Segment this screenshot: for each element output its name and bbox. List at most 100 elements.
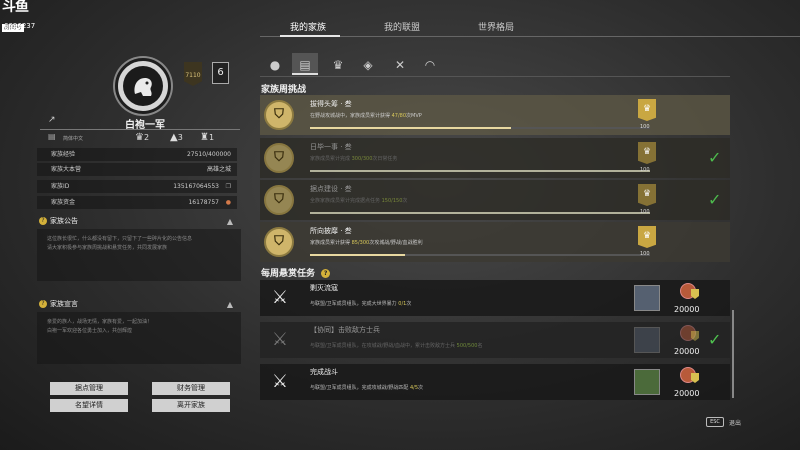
crown-icon: ♛ bbox=[135, 132, 144, 143]
task-list-scrollbar[interactable] bbox=[732, 310, 734, 398]
reputation-details-button[interactable]: 名望详情 bbox=[50, 399, 128, 412]
notice-content: 这位族长很忙，什么都没有留下，只留下了一些碎片化的公告信息 请大家积极参与家族周… bbox=[37, 229, 241, 281]
bounty-task: ⚔ 剿灭流寇 与联盟/卫军成员组队，完成大世界暴力 0/1次 20000 bbox=[260, 280, 730, 316]
member-stat-b: ▲3 bbox=[170, 132, 183, 143]
scroll-icon[interactable]: ▤ bbox=[295, 56, 315, 74]
help-icon[interactable]: ? bbox=[321, 269, 331, 278]
challenge-progress-fill bbox=[310, 170, 650, 172]
esc-key-hint[interactable]: ESC bbox=[706, 417, 724, 427]
challenge-progress-fill bbox=[310, 254, 406, 256]
copy-icon[interactable]: ❐ bbox=[226, 180, 231, 193]
challenge-progress-fill bbox=[310, 127, 511, 129]
challenge-progress-track bbox=[310, 254, 650, 256]
challenge-title: 日毕一事 · 叁 bbox=[310, 143, 352, 151]
challenge-item: ⛉ 所向披靡 · 叁 家族成员累计获得 85/300次攻城战/野战/血战胜利 ♛… bbox=[260, 222, 730, 262]
task-title: 剿灭流寇 bbox=[310, 284, 338, 292]
tab-active-indicator bbox=[280, 35, 340, 37]
notice-header: ? 家族公告 ▲ bbox=[37, 215, 237, 228]
family-rank: 7110 bbox=[185, 72, 201, 79]
checkmark-icon: ✓ bbox=[708, 148, 722, 167]
general-portrait-item-icon[interactable] bbox=[634, 369, 660, 395]
task-reward: 20000 bbox=[674, 389, 700, 398]
tower-icon: ♜ bbox=[200, 132, 209, 143]
challenge-progress-track bbox=[310, 170, 650, 172]
chest-item-icon[interactable] bbox=[634, 285, 660, 311]
info-row-funds: 家族资金 16178757 ● bbox=[37, 196, 237, 209]
chest-item-icon[interactable] bbox=[634, 327, 660, 353]
task-title: 【协同】击败敌方士兵 bbox=[310, 326, 380, 334]
helmet-icon: ▲ bbox=[170, 132, 178, 143]
crossed-swords-icon[interactable]: ✕ bbox=[390, 56, 410, 74]
bounty-task: ⚔ 完成战斗 与联盟/卫军成员组队，完成攻城战/野战匹配 4/5次 20000 bbox=[260, 364, 730, 400]
declaration-content: 亲爱的族人，战场无情，家族有爱，一起加油！ 白袍一军欢迎各位勇士加入，共创辉煌 bbox=[37, 312, 241, 364]
challenge-progress-track bbox=[310, 127, 650, 129]
shield-badge-icon: ⛉ bbox=[264, 227, 294, 257]
challenge-desc: 在野战攻城战中，家族成员累计获得 47/80次MVP bbox=[310, 113, 422, 119]
stronghold-manage-button[interactable]: 据点管理 bbox=[50, 382, 128, 395]
challenge-reward: 100 bbox=[640, 124, 650, 130]
warning-icon[interactable]: ▲ bbox=[227, 215, 233, 228]
helmet-icon[interactable]: ◠ bbox=[420, 56, 440, 74]
challenge-desc: 家族成员累计获得 85/300次攻城战/野战/血战胜利 bbox=[310, 240, 423, 246]
bounty-task: ⚔ 【协同】击败敌方士兵 与联盟/卫军成员组队，在攻城战/野战/血战中，累计击败… bbox=[260, 322, 730, 358]
task-desc: 与联盟/卫军成员组队，完成攻城战/野战匹配 4/5次 bbox=[310, 385, 424, 391]
crown-reward-icon[interactable]: ♛ bbox=[638, 184, 656, 206]
crown-reward-icon[interactable]: ♛ bbox=[638, 142, 656, 164]
help-icon[interactable]: ? bbox=[39, 217, 47, 225]
challenge-title: 据点建设 · 叁 bbox=[310, 185, 352, 193]
challenge-reward: 100 bbox=[640, 251, 650, 257]
checkmark-icon: ✓ bbox=[708, 190, 722, 209]
declaration-header: ? 家族宣言 ▲ bbox=[37, 298, 237, 311]
bounty-heading: 每周悬赏任务 ? bbox=[261, 266, 331, 279]
family-language: 简体中文 bbox=[63, 136, 84, 142]
language-icon: ▤ bbox=[48, 132, 56, 141]
challenge-item: ⛉ 据点建设 · 叁 全族家族成员累计完成据点任务 150/150次 ♛ 100… bbox=[260, 180, 730, 220]
warning-icon[interactable]: ▲ bbox=[227, 298, 233, 311]
shield-badge-icon: ⛉ bbox=[264, 185, 294, 215]
challenge-item: ⛉ 拔得头筹 · 叁 在野战攻城战中，家族成员累计获得 47/80次MVP ♛ … bbox=[260, 95, 730, 135]
tab-world-pattern[interactable]: 世界格局 bbox=[478, 20, 514, 33]
task-desc: 与联盟/卫军成员组队，在攻城战/野战/血战中，累计击败敌方士兵 500/500名 bbox=[310, 343, 483, 349]
task-reward: 20000 bbox=[674, 305, 700, 314]
crossed-swords-icon: ⚔ bbox=[271, 329, 289, 350]
crown-reward-icon[interactable]: ♛ bbox=[638, 99, 656, 121]
info-row-id: 家族ID 135167064553 ❐ bbox=[37, 180, 237, 193]
shield-badge-icon: ⛉ bbox=[264, 143, 294, 173]
challenge-title: 拔得头筹 · 叁 bbox=[310, 100, 352, 108]
finance-manage-button[interactable]: 财务管理 bbox=[152, 382, 230, 395]
share-icon[interactable]: ↗ bbox=[48, 115, 56, 125]
challenge-desc: 家族成员累计完成 300/300次日常任务 bbox=[310, 156, 398, 162]
person-icon[interactable]: ● bbox=[265, 56, 285, 74]
challenge-desc: 全族家族成员累计完成据点任务 150/150次 bbox=[310, 198, 408, 204]
checkmark-icon: ✓ bbox=[708, 330, 722, 349]
weekly-challenge-heading: 家族周挑战 bbox=[261, 85, 307, 95]
watermark-room-id: 6096237 bbox=[4, 22, 36, 30]
info-row-base: 家族大本营 高雄之城 bbox=[37, 163, 237, 176]
crossed-swords-icon: ⚔ bbox=[271, 371, 289, 392]
coin-icon: ● bbox=[225, 199, 231, 206]
crown-reward-icon[interactable]: ♛ bbox=[638, 226, 656, 248]
member-stat-a: ♛2 bbox=[135, 132, 150, 143]
tab-my-family[interactable]: 我的家族 bbox=[290, 20, 326, 33]
challenge-progress-track bbox=[310, 212, 650, 214]
task-title: 完成战斗 bbox=[310, 368, 338, 376]
challenge-item: ⛉ 日毕一事 · 叁 家族成员累计完成 300/300次日常任务 ♛ 100 ✓ bbox=[260, 138, 730, 178]
exit-label[interactable]: 退出 bbox=[729, 418, 741, 427]
leave-family-button[interactable]: 离开家族 bbox=[152, 399, 230, 412]
shield-badge-icon: ⛉ bbox=[264, 100, 294, 130]
watermark-logo: 斗鱼 bbox=[2, 0, 29, 15]
category-divider bbox=[260, 76, 730, 77]
help-icon[interactable]: ? bbox=[39, 300, 47, 308]
challenge-progress-fill bbox=[310, 212, 650, 214]
crown-icon[interactable]: ♛ bbox=[328, 56, 348, 74]
task-desc: 与联盟/卫军成员组队，完成大世界暴力 0/1次 bbox=[310, 301, 412, 307]
tab-divider bbox=[260, 36, 800, 37]
info-row-exp: 家族经验 27510/400000 bbox=[37, 148, 237, 161]
family-level: 6 bbox=[212, 62, 229, 84]
tab-my-alliance[interactable]: 我的联盟 bbox=[384, 20, 420, 33]
challenge-reward: 100 bbox=[640, 209, 650, 215]
crossed-swords-icon: ⚔ bbox=[271, 287, 289, 308]
challenge-title: 所向披靡 · 叁 bbox=[310, 227, 352, 235]
shield-icon[interactable]: ◈ bbox=[358, 56, 378, 74]
lion-emblem-icon bbox=[123, 66, 163, 106]
